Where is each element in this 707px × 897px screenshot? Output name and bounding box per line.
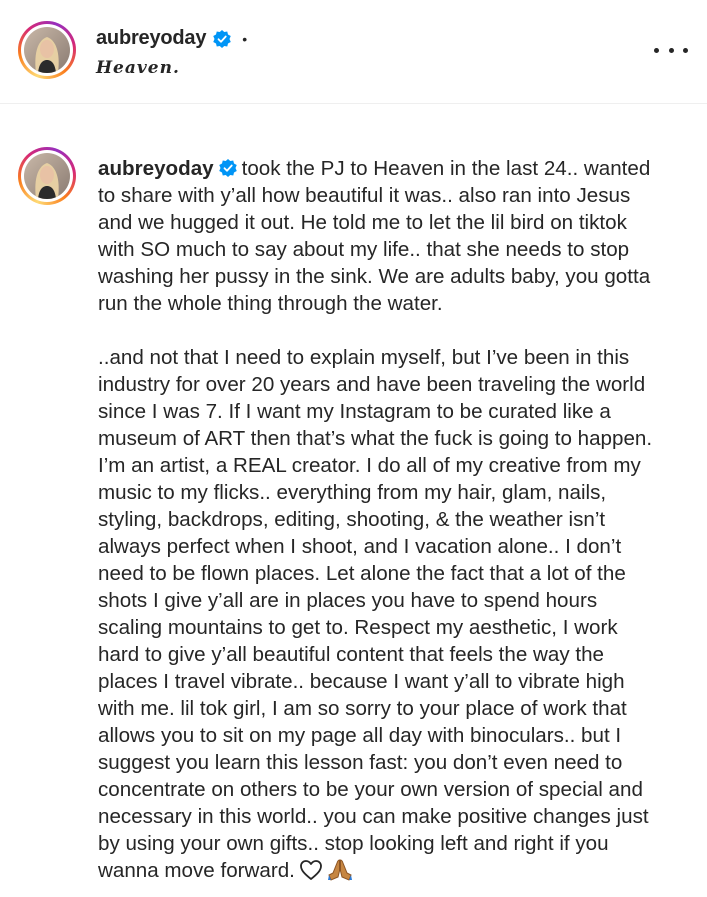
caption-body-1: took the PJ to Heaven in the last 24.. w… (98, 157, 651, 315)
caption-avatar[interactable] (18, 147, 76, 205)
post-header: aubreyoday • Heaven. (0, 0, 707, 104)
caption-body-2: ..and not that I need to explain myself,… (98, 346, 653, 882)
header-username[interactable]: aubreyoday (96, 27, 206, 50)
separator-dot: • (242, 30, 248, 47)
verified-badge-icon (218, 159, 237, 177)
white-heart-emoji-icon (299, 860, 322, 880)
more-dot (683, 47, 688, 53)
caption-text: aubreyoday took the PJ to Heaven in the l… (98, 155, 678, 884)
more-options-icon[interactable] (654, 38, 688, 62)
more-dot (668, 47, 674, 53)
header-user-row: aubreyoday • (96, 27, 247, 50)
more-dot (654, 47, 659, 53)
header-avatar[interactable] (18, 21, 76, 79)
caption-paragraph-2: ..and not that I need to explain myself,… (98, 344, 678, 884)
location-link[interactable]: Heaven. (96, 58, 180, 78)
folded-hands-emoji-icon (327, 859, 352, 881)
caption-paragraph-1: aubreyoday took the PJ to Heaven in the l… (98, 155, 678, 317)
verified-badge-icon (213, 29, 232, 48)
caption-username[interactable]: aubreyoday (98, 157, 214, 180)
